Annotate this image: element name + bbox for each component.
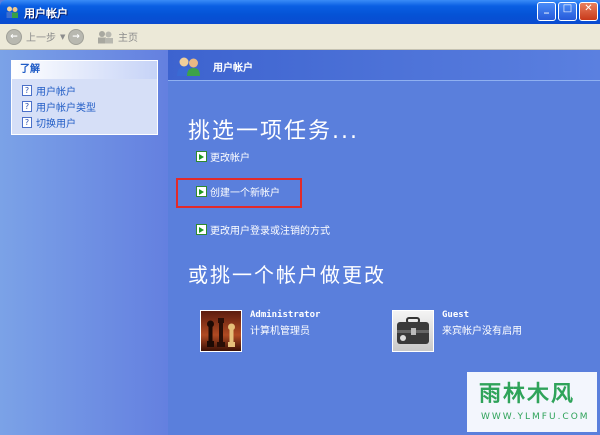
forward-button[interactable]: → — [68, 27, 84, 46]
users-home-icon — [98, 30, 113, 43]
site-watermark: 雨林木风 WWW.YLMFU.COM — [467, 372, 597, 432]
forward-arrow-icon: → — [68, 28, 84, 45]
task-label: 更改帐户 — [210, 152, 250, 164]
home-button[interactable]: 主页 — [96, 27, 138, 46]
chess-pieces-avatar-icon — [200, 310, 242, 352]
home-label: 主页 — [118, 33, 138, 44]
task-change-account[interactable]: 更改帐户 — [196, 150, 250, 164]
back-arrow-icon: ← — [6, 28, 22, 45]
users-icon — [177, 57, 200, 76]
watermark-url: WWW.YLMFU.COM — [481, 412, 590, 422]
window-title: 用户帐户 — [24, 7, 68, 20]
sidebar-item-label: 用户帐户类型 — [36, 103, 96, 114]
learn-about-panel: 了解 ? 用户帐户 ? 用户帐户类型 ? 切换用户 — [11, 60, 158, 135]
minimize-button[interactable]: _ — [537, 2, 556, 21]
back-label: 上一步 — [26, 33, 56, 44]
sidebar-item-user-accounts[interactable]: ? 用户帐户 — [22, 84, 76, 98]
sidebar-item-account-types[interactable]: ? 用户帐户类型 — [22, 100, 96, 114]
sidebar-item-label: 用户帐户 — [36, 87, 76, 98]
green-arrow-icon — [196, 223, 207, 235]
title-bar[interactable]: 用户帐户 _ □ ✕ — [0, 0, 600, 24]
close-button[interactable]: ✕ — [579, 2, 598, 21]
chevron-down-icon[interactable]: ▼ — [60, 33, 65, 41]
task-create-new-account[interactable]: 创建一个新帐户 — [196, 185, 280, 199]
back-button[interactable]: ← 上一步 ▼ — [6, 27, 65, 46]
pick-task-heading: 挑选一项任务... — [188, 119, 359, 144]
sidebar-item-switch-users[interactable]: ? 切换用户 — [22, 116, 76, 130]
task-label: 更改用户登录或注销的方式 — [210, 225, 330, 237]
help-icon: ? — [22, 101, 32, 112]
help-icon: ? — [22, 85, 32, 96]
green-arrow-icon — [196, 185, 207, 197]
account-name: Administrator — [250, 310, 321, 320]
close-icon: ✕ — [584, 3, 593, 14]
content-header: 用户帐户 — [168, 50, 600, 81]
account-type: 计算机管理员 — [250, 326, 310, 337]
task-label: 创建一个新帐户 — [210, 187, 280, 199]
task-pane: 了解 ? 用户帐户 ? 用户帐户类型 ? 切换用户 — [0, 50, 168, 435]
pick-account-heading: 或挑一个帐户做更改 — [188, 263, 386, 287]
content-title: 用户帐户 — [213, 63, 253, 74]
user-accounts-window: 用户帐户 _ □ ✕ ← 上一步 ▼ → 主页 了解 ? 用户帐户 ? 用户帐户… — [0, 0, 600, 435]
help-icon: ? — [22, 117, 32, 128]
watermark-logo: 雨林木风 — [479, 382, 576, 407]
learn-about-header[interactable]: 了解 — [12, 61, 157, 79]
user-accounts-app-icon — [6, 6, 18, 18]
green-arrow-icon — [196, 150, 207, 162]
task-change-logon-logoff[interactable]: 更改用户登录或注销的方式 — [196, 223, 330, 237]
maximize-button[interactable]: □ — [558, 2, 577, 21]
account-name: Guest — [442, 310, 470, 320]
toolbar: ← 上一步 ▼ → 主页 — [0, 24, 600, 50]
maximize-icon: □ — [562, 3, 573, 14]
minimize-icon: _ — [544, 3, 549, 14]
account-type: 来宾帐户没有启用 — [442, 326, 522, 337]
sidebar-item-label: 切换用户 — [36, 119, 76, 130]
briefcase-avatar-icon — [392, 310, 434, 352]
